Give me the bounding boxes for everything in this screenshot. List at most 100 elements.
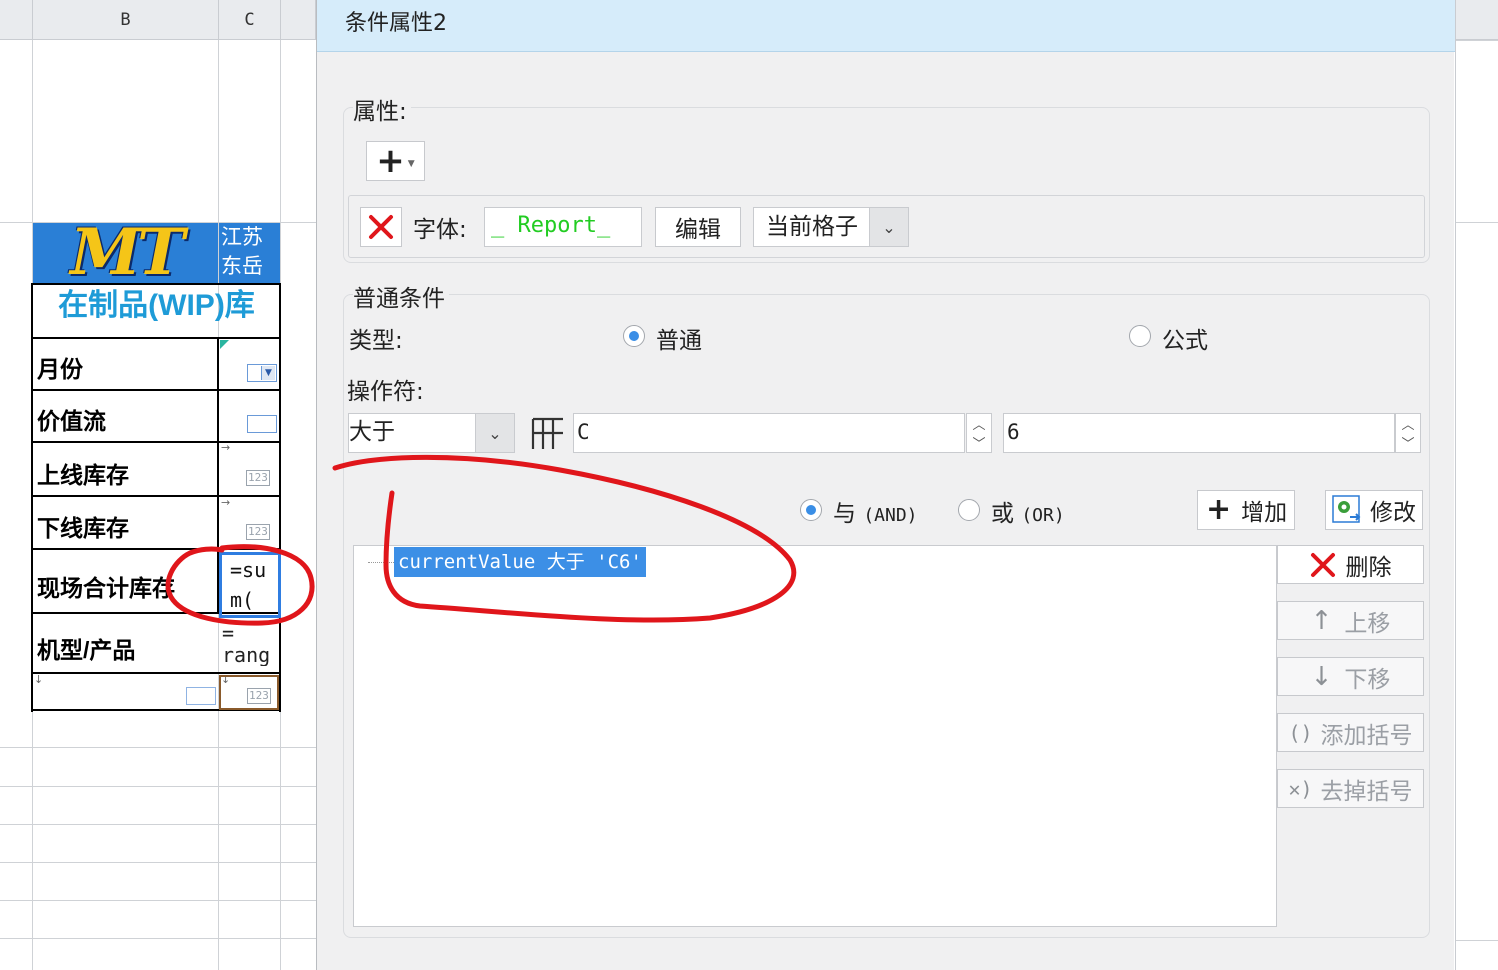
plus-icon: + — [1206, 492, 1232, 527]
grid-line — [1456, 940, 1498, 941]
chevron-down-icon[interactable]: ⌄ — [475, 414, 514, 452]
and-text: 与 — [833, 501, 856, 527]
range-formula-text[interactable]: = rang — [222, 622, 282, 666]
report-title-cell[interactable]: 在制品(WIP)库 — [33, 284, 280, 338]
move-down-label: 下移 — [1344, 666, 1391, 693]
row-label-value-stream[interactable]: 价值流 — [37, 402, 106, 436]
number-widget[interactable]: 123 — [246, 470, 270, 486]
plus-icon: + — [376, 141, 405, 181]
column-header-d[interactable] — [281, 0, 316, 40]
add-condition-button[interactable]: + 增加 — [1197, 490, 1295, 530]
grid-line — [0, 747, 316, 748]
arrow-up-icon: ↑ — [1310, 605, 1333, 636]
or-sub-text: (OR) — [1021, 505, 1065, 526]
gear-edit-icon — [1332, 495, 1361, 523]
cell-selection-frame[interactable]: 123 — [219, 675, 279, 710]
table-border — [31, 337, 281, 339]
move-down-button[interactable]: ↓ 下移 — [1277, 657, 1424, 696]
column-header-b[interactable]: B — [33, 0, 219, 40]
text-widget[interactable] — [186, 687, 216, 705]
modify-condition-label: 修改 — [1370, 500, 1416, 526]
dialog-title: 条件属性2 — [317, 0, 1455, 52]
row-label-model-product[interactable]: 机型/产品 — [37, 631, 135, 665]
operator-label: 操作符: — [347, 379, 424, 405]
logic-and-label[interactable]: 与 (AND) — [833, 494, 918, 528]
row-spinner[interactable]: ︿ ﹀ — [1395, 413, 1421, 453]
column-input[interactable]: C — [573, 413, 965, 453]
cell-picker-icon[interactable] — [531, 415, 565, 451]
and-sub-text: (AND) — [863, 505, 918, 526]
remove-bracket-button[interactable]: ✕) 去掉括号 — [1277, 769, 1424, 808]
font-sample: _ Report_ — [484, 207, 642, 247]
move-up-button[interactable]: ↑ 上移 — [1277, 601, 1424, 640]
chevron-up-icon[interactable]: ︿ — [967, 414, 991, 433]
row-input[interactable]: 6 — [1003, 413, 1395, 453]
add-property-button[interactable]: + ▼ — [366, 141, 425, 181]
condition-properties-dialog: 条件属性2 属性: + ▼ 字体: _ Report_ 编辑 当前格子 ⌄ 普通… — [316, 0, 1455, 970]
grid-line — [0, 900, 316, 901]
move-up-label: 上移 — [1344, 610, 1391, 637]
row-label-total-stock[interactable]: 现场合计库存 — [37, 569, 175, 603]
tree-connector — [368, 562, 394, 563]
condition-item[interactable]: currentValue 大于 'C6' — [394, 547, 646, 577]
grid-line — [1456, 40, 1498, 41]
type-normal-radio[interactable] — [623, 325, 645, 347]
dropdown-widget[interactable]: ▼ — [247, 364, 277, 382]
grid-line — [0, 938, 316, 939]
expand-arrow-icon: → — [221, 441, 231, 454]
arrow-down-icon: ↓ — [1310, 661, 1333, 692]
expand-arrow-icon: ↓ — [34, 673, 44, 686]
column-header-a[interactable] — [0, 0, 33, 40]
column-header[interactable] — [1456, 0, 1498, 40]
table-border — [31, 441, 281, 443]
type-label: 类型: — [349, 328, 403, 354]
or-text: 或 — [991, 501, 1014, 527]
grid-line — [0, 786, 316, 787]
font-label: 字体: — [413, 217, 467, 243]
logic-and-radio[interactable] — [800, 499, 822, 521]
type-normal-label[interactable]: 普通 — [656, 321, 702, 355]
row-label-online-stock[interactable]: 上线库存 — [37, 456, 129, 490]
company-name-cell[interactable]: 江苏东岳 — [219, 223, 280, 283]
logo-text: MT — [70, 215, 184, 290]
chevron-down-icon[interactable]: ﹀ — [1396, 433, 1420, 452]
formula-text: =sum( — [230, 558, 267, 612]
chevron-down-icon: ▼ — [407, 159, 415, 169]
delete-condition-button[interactable]: 删除 — [1277, 545, 1424, 584]
table-border — [31, 283, 33, 712]
delete-property-button[interactable] — [360, 207, 402, 247]
chevron-down-icon[interactable]: ﹀ — [967, 433, 991, 452]
company-logo: MT — [33, 215, 218, 290]
row-value: 6 — [1007, 420, 1020, 444]
edit-font-button[interactable]: 编辑 — [655, 207, 741, 247]
chevron-down-icon[interactable]: ⌄ — [869, 208, 908, 246]
number-widget: 123 — [247, 688, 271, 704]
cell-marker — [220, 340, 229, 349]
condition-list[interactable]: currentValue 大于 'C6' — [353, 545, 1277, 927]
type-formula-label[interactable]: 公式 — [1162, 321, 1208, 355]
add-bracket-button[interactable]: () 添加括号 — [1277, 713, 1424, 752]
column-spinner[interactable]: ︿ ﹀ — [966, 413, 992, 453]
table-border — [31, 495, 281, 497]
text-widget[interactable] — [247, 415, 277, 433]
remove-brackets-icon: ✕) — [1288, 776, 1313, 801]
table-border — [31, 283, 281, 285]
type-formula-radio[interactable] — [1129, 325, 1151, 347]
operator-value: 大于 — [349, 419, 395, 445]
chevron-up-icon[interactable]: ︿ — [1396, 414, 1420, 433]
column-header-c[interactable]: C — [219, 0, 281, 40]
spreadsheet-panel: B C MT 江苏东岳 在制品(WIP)库 月份 价值流 上线库存 下线库存 现… — [0, 0, 316, 970]
table-border — [31, 389, 281, 391]
logic-or-radio[interactable] — [958, 499, 980, 521]
modify-condition-button[interactable]: 修改 — [1325, 490, 1423, 530]
selected-formula-cell[interactable]: =sum( — [219, 552, 281, 618]
number-widget[interactable]: 123 — [246, 524, 270, 540]
grid-line — [0, 862, 316, 863]
row-label-month[interactable]: 月份 — [37, 350, 83, 384]
row-label-offline-stock[interactable]: 下线库存 — [37, 509, 129, 543]
brackets-icon: () — [1288, 720, 1313, 745]
right-sheet-edge — [1455, 0, 1498, 970]
close-icon — [1310, 552, 1335, 577]
table-border — [31, 548, 281, 550]
logic-or-label[interactable]: 或 (OR) — [991, 494, 1065, 528]
